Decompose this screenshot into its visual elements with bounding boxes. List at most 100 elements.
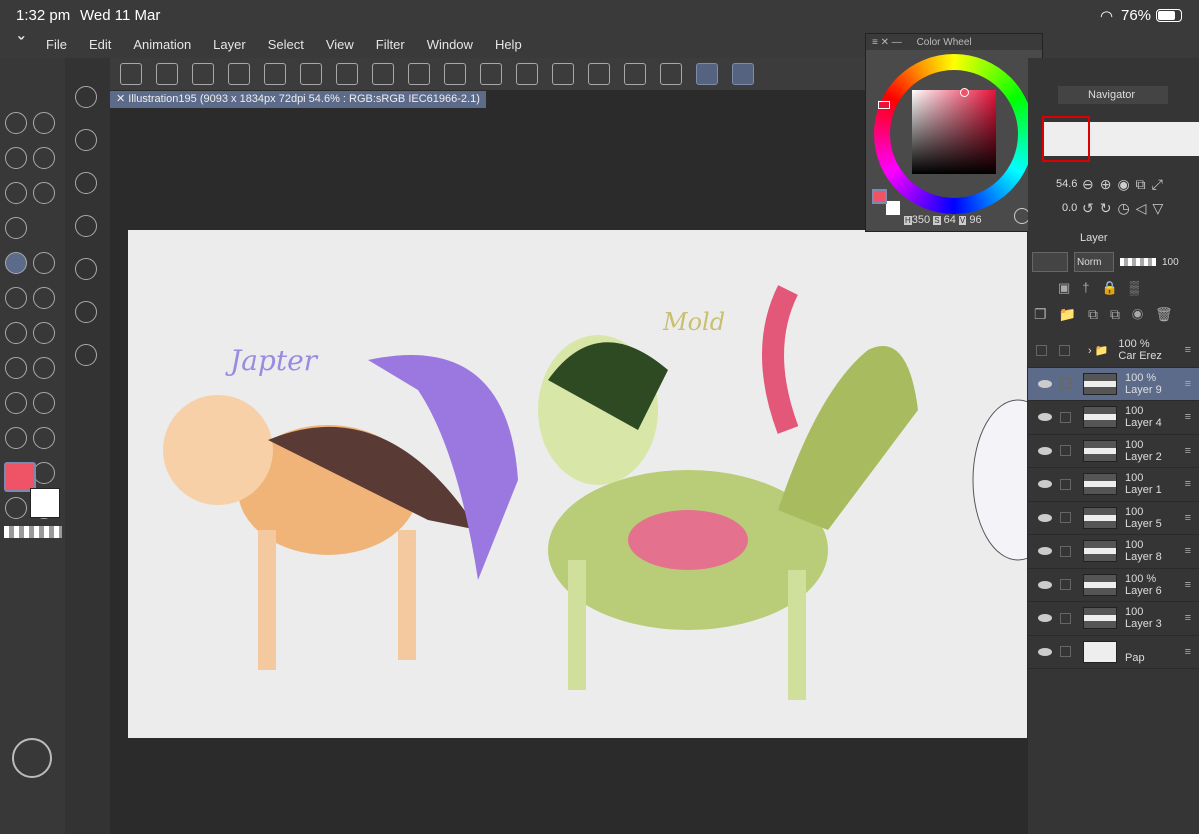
layer-menu-icon[interactable]: ≡ (1185, 646, 1191, 658)
blend-mode-select[interactable]: Norm (1074, 252, 1114, 272)
gradient-tool-icon[interactable] (33, 392, 55, 414)
frame-tool-icon[interactable] (33, 427, 55, 449)
edit-checkbox[interactable] (1060, 378, 1071, 390)
redo-icon[interactable] (408, 63, 430, 85)
opacity-slider[interactable] (1120, 258, 1156, 266)
layer-row[interactable]: 100 Layer 4 ≡ (1028, 401, 1199, 435)
fit-screen-icon[interactable] (156, 63, 178, 85)
layer-row[interactable]: 100 Layer 8 ≡ (1028, 535, 1199, 569)
balloon-tool-icon[interactable] (5, 497, 27, 519)
zoom-controls[interactable]: ⊖⊕◉⧉⤢ (1082, 176, 1169, 193)
eye-icon[interactable] (1038, 480, 1052, 489)
loading-icon[interactable] (444, 63, 466, 85)
edit-checkbox[interactable] (1060, 512, 1071, 524)
edge-keyboard-icon[interactable] (12, 738, 52, 778)
layer-menu-icon[interactable]: ≡ (1185, 545, 1191, 557)
visibility-checkbox[interactable] (1036, 344, 1047, 356)
brush-snap-icon[interactable] (732, 63, 754, 85)
layer-row[interactable]: 100 % Layer 6 ≡ (1028, 569, 1199, 602)
eye-icon[interactable] (1038, 446, 1052, 455)
ruler-snap-icon[interactable] (696, 63, 718, 85)
compass-icon[interactable] (75, 215, 97, 237)
menu-filter[interactable]: Filter (376, 37, 405, 52)
airbrush-tool-icon[interactable] (33, 287, 55, 309)
edit-checkbox[interactable] (1060, 445, 1071, 457)
layer-menu-icon[interactable]: ≡ (1185, 579, 1191, 591)
layer-row[interactable]: 100 Layer 2 ≡ (1028, 435, 1199, 468)
invert-selection-icon[interactable] (624, 63, 646, 85)
save-icon[interactable] (336, 63, 358, 85)
edit-checkbox[interactable] (1060, 612, 1071, 624)
layer-menu-icon[interactable]: ≡ (1185, 411, 1191, 423)
selection-tool-icon[interactable] (5, 182, 27, 204)
tool-property-icon[interactable] (75, 129, 97, 151)
layer-action-icons[interactable]: ❐📁⧉⧉◉🗑 (1034, 306, 1185, 323)
fill-tool-icon[interactable] (5, 392, 27, 414)
decoration-tool-icon[interactable] (5, 322, 27, 344)
shape-tool-icon[interactable] (5, 427, 27, 449)
eye-icon[interactable] (1038, 513, 1052, 522)
navigator-preview[interactable] (1042, 116, 1199, 162)
edit-checkbox[interactable] (1060, 545, 1071, 557)
layer-row[interactable]: Pap ≡ (1028, 636, 1199, 669)
slider-settings-icon[interactable] (75, 172, 97, 194)
sv-cursor[interactable] (960, 88, 969, 97)
transparent-color-swatch[interactable] (4, 526, 62, 538)
layer-row[interactable]: 100 % Layer 9 ≡ (1028, 367, 1199, 401)
layer-row[interactable]: 100 Layer 1 ≡ (1028, 468, 1199, 502)
eye-icon[interactable] (1038, 547, 1052, 556)
menu-icon[interactable] (120, 63, 142, 85)
layer-menu-icon[interactable]: ≡ (1185, 344, 1191, 356)
clear-selection-icon[interactable] (480, 63, 502, 85)
app-logo-icon[interactable]: ˇ (18, 34, 24, 55)
close-icon[interactable]: ✕ (881, 37, 889, 48)
menu-layer[interactable]: Layer (213, 37, 246, 52)
zoom-tool-icon[interactable] (5, 112, 27, 134)
eyedropper-icon[interactable] (5, 217, 27, 239)
text-tool-icon[interactable] (33, 462, 55, 484)
folder-icon[interactable]: › 📁 (1088, 344, 1108, 357)
eye-icon[interactable] (1038, 647, 1052, 656)
eye-icon[interactable] (1038, 379, 1052, 388)
close-tab-icon[interactable]: ✕ (116, 93, 128, 105)
transform-icon[interactable] (192, 63, 214, 85)
menu-file[interactable]: File (46, 37, 67, 52)
pen-tool-icon[interactable] (5, 252, 27, 274)
layer-row[interactable]: › 📁 100 % Car Erez ≡ (1028, 334, 1199, 368)
import-icon[interactable] (75, 344, 97, 366)
figure-tool-icon[interactable] (33, 357, 55, 379)
menu-view[interactable]: View (326, 37, 354, 52)
edit-checkbox[interactable] (1060, 411, 1071, 423)
layer-row[interactable]: 100 Layer 5 ≡ (1028, 502, 1199, 535)
main-color[interactable] (872, 189, 887, 204)
menu-help[interactable]: Help (495, 37, 522, 52)
edit-checkbox[interactable] (1059, 344, 1070, 356)
pencil-tool-icon[interactable] (33, 252, 55, 274)
layer-row[interactable]: 100 Layer 3 ≡ (1028, 602, 1199, 636)
selection-border-icon[interactable] (660, 63, 682, 85)
new-file-icon[interactable] (264, 63, 286, 85)
menu-window[interactable]: Window (427, 37, 473, 52)
edit-checkbox[interactable] (1060, 478, 1071, 490)
blend-tool-icon[interactable] (5, 357, 27, 379)
clip-studio-icon[interactable] (228, 63, 250, 85)
sub-color-swatch[interactable] (30, 488, 60, 518)
navigator-zoom-value[interactable]: 54.6 (1056, 178, 1077, 190)
layer-menu-icon[interactable]: ≡ (1185, 478, 1191, 490)
lasso-tool-icon[interactable] (33, 112, 55, 134)
crop-icon[interactable] (552, 63, 574, 85)
menu-edit[interactable]: Edit (89, 37, 111, 52)
layer-lock-icons[interactable]: ▣†🔒▒ (1058, 280, 1151, 296)
tab-navigator[interactable]: Navigator (1058, 86, 1168, 104)
fill-icon[interactable] (516, 63, 538, 85)
panel-menu-icon[interactable]: ≡ (872, 37, 878, 48)
document-tab[interactable]: ✕ Illustration195 (9093 x 1834px 72dpi 5… (110, 91, 486, 108)
deselect-icon[interactable] (588, 63, 610, 85)
minimize-icon[interactable]: — (892, 37, 902, 48)
eye-icon[interactable] (1038, 614, 1052, 623)
menu-animation[interactable]: Animation (133, 37, 191, 52)
opacity-value[interactable]: 100 (1162, 257, 1179, 268)
open-file-icon[interactable] (300, 63, 322, 85)
operation-tool-icon[interactable] (5, 147, 27, 169)
undo-icon[interactable] (372, 63, 394, 85)
